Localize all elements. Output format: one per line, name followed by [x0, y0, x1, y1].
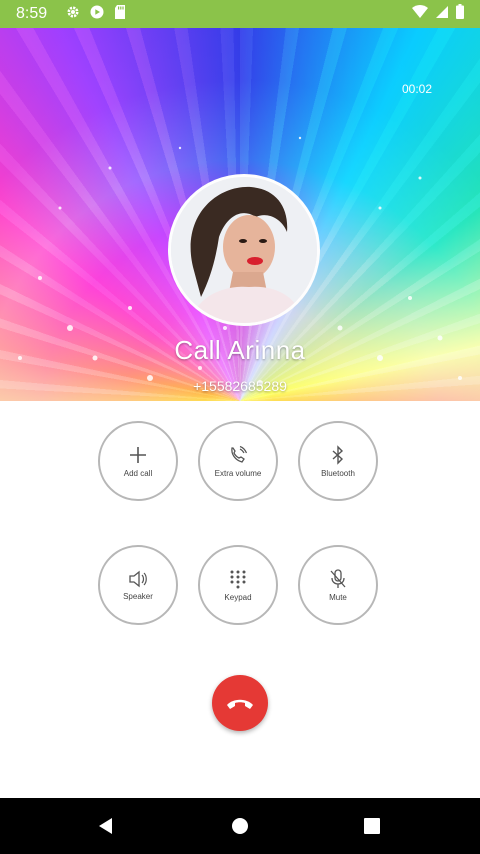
- caller-header: 00:02 Call Arinna +15582685289: [0, 28, 480, 401]
- battery-icon: [456, 4, 464, 24]
- wifi-icon: [412, 5, 428, 23]
- mute-label: Mute: [329, 592, 347, 602]
- recents-icon[interactable]: [362, 816, 382, 841]
- speaker-label: Speaker: [123, 591, 153, 601]
- keypad-icon: [230, 570, 246, 588]
- extra-volume-label: Extra volume: [214, 468, 262, 478]
- call-timer: 00:02: [401, 82, 432, 96]
- caller-number: +15582685289: [193, 378, 287, 394]
- caller-avatar: [168, 174, 320, 326]
- add-call-label: Add call: [123, 468, 153, 478]
- gear-icon: [66, 5, 80, 24]
- bluetooth-icon: [332, 444, 344, 465]
- status-time: 8:59: [16, 5, 48, 22]
- status-bar: 8:59: [0, 0, 480, 28]
- speaker-icon: [129, 570, 147, 587]
- status-right-icons: [412, 4, 464, 24]
- phone-volume-icon: [231, 445, 248, 463]
- end-call-button[interactable]: [212, 675, 268, 731]
- extra-volume-button[interactable]: Extra volume: [198, 421, 278, 501]
- bluetooth-button[interactable]: Bluetooth: [298, 421, 378, 501]
- status-left-icons: [66, 4, 126, 24]
- bluetooth-label: Bluetooth: [321, 468, 355, 478]
- keypad-label: Keypad: [224, 592, 252, 602]
- caller-name: Call Arinna: [174, 335, 306, 365]
- navigation-bar: [0, 798, 480, 854]
- back-icon[interactable]: [96, 816, 116, 841]
- speaker-button[interactable]: Speaker: [98, 545, 178, 625]
- phone-hangup-icon: [227, 699, 253, 709]
- play-icon: [90, 5, 104, 24]
- keypad-button[interactable]: Keypad: [198, 545, 278, 625]
- plus-icon: [130, 446, 146, 463]
- mic-off-icon: [330, 568, 346, 588]
- mute-button[interactable]: Mute: [298, 545, 378, 625]
- sd-card-icon: [114, 4, 126, 24]
- add-call-button[interactable]: Add call: [98, 421, 178, 501]
- home-icon[interactable]: [230, 816, 250, 841]
- cell-signal-icon: [436, 5, 448, 23]
